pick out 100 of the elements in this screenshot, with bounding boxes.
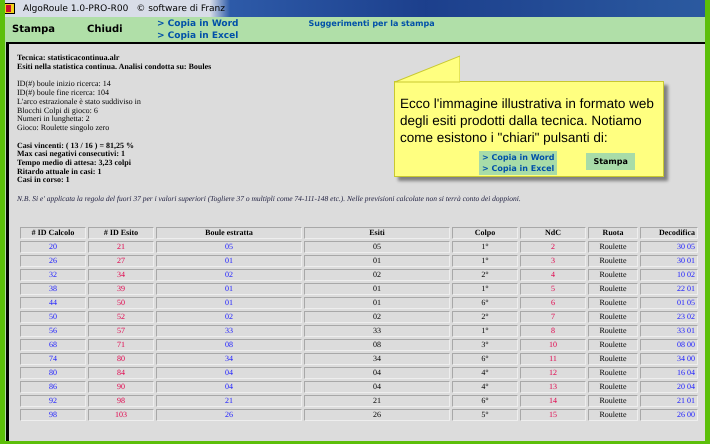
table-cell: 26 xyxy=(304,409,450,422)
column-header: Colpo xyxy=(452,227,518,240)
table-cell: 5° xyxy=(452,409,518,422)
table-cell: 26 xyxy=(20,255,86,268)
table-cell: 15 xyxy=(520,409,586,422)
column-header: # ID Esito xyxy=(88,227,154,240)
column-header: NdC xyxy=(520,227,586,240)
table-cell: Roulette xyxy=(588,381,638,394)
app-icon xyxy=(5,3,15,14)
table-cell: 6 xyxy=(520,297,586,310)
table-cell: 98 xyxy=(88,395,154,408)
table-cell: Roulette xyxy=(588,353,638,366)
table-cell: 1° xyxy=(452,241,518,254)
table-cell: 2° xyxy=(452,269,518,282)
heading-line: Tecnica: statisticacontinua.alr xyxy=(17,54,120,63)
table-cell: 16 04 xyxy=(640,367,698,380)
table-cell: 92 xyxy=(20,395,86,408)
table-cell: 04 xyxy=(304,367,450,380)
table-cell: 52 xyxy=(88,311,154,324)
table-cell: 01 xyxy=(156,255,302,268)
table-cell: 71 xyxy=(88,339,154,352)
table-cell: 26 xyxy=(156,409,302,422)
table-cell: 01 xyxy=(156,283,302,296)
column-header: Decodifica xyxy=(640,227,698,240)
table-cell: 30 01 xyxy=(640,255,698,268)
table-cell: Roulette xyxy=(588,339,638,352)
table-cell: 10 02 xyxy=(640,269,698,282)
table-cell: 38 xyxy=(20,283,86,296)
table-cell: 5 xyxy=(520,283,586,296)
table-cell: 7 xyxy=(520,311,586,324)
table-cell: 04 xyxy=(156,381,302,394)
column-header: Esiti xyxy=(304,227,450,240)
statistic-line: Ritardo attuale in casi: 1 xyxy=(17,168,102,176)
table-cell: 01 xyxy=(304,255,450,268)
table-cell: 02 xyxy=(156,269,302,282)
table-cell: 34 00 xyxy=(640,353,698,366)
parameter-line: Gioco: Roulette singolo zero xyxy=(17,124,110,133)
table-cell: 10 xyxy=(520,339,586,352)
table-cell: 8 xyxy=(520,325,586,338)
table-cell: 23 02 xyxy=(640,311,698,324)
table-cell: 05 xyxy=(156,241,302,254)
table-cell: 3 xyxy=(520,255,586,268)
table-cell: 86 xyxy=(20,381,86,394)
table-cell: 21 xyxy=(304,395,450,408)
copy-link[interactable]: > Copia in Word xyxy=(157,18,238,30)
table-cell: 34 xyxy=(88,269,154,282)
table-cell: 14 xyxy=(520,395,586,408)
table-cell: 04 xyxy=(156,367,302,380)
table-cell: 68 xyxy=(20,339,86,352)
table-cell: 26 00 xyxy=(640,409,698,422)
table-cell: 50 xyxy=(20,311,86,324)
column-header: Boule estratta xyxy=(156,227,302,240)
table-cell: 2 xyxy=(520,241,586,254)
statistic-line: Casi vincenti: ( 13 / 16 ) = 81,25 % xyxy=(17,142,134,150)
table-cell: 13 xyxy=(520,381,586,394)
table-cell: 21 xyxy=(156,395,302,408)
table-cell: 4 xyxy=(520,269,586,282)
table-cell: 01 xyxy=(304,283,450,296)
table-cell: 74 xyxy=(20,353,86,366)
table-cell: 80 xyxy=(88,353,154,366)
table-cell: 4° xyxy=(452,381,518,394)
table-cell: 44 xyxy=(20,297,86,310)
table-cell: 20 04 xyxy=(640,381,698,394)
table-cell: 57 xyxy=(88,325,154,338)
table-cell: 04 xyxy=(304,381,450,394)
table-cell: 1° xyxy=(452,325,518,338)
table-cell: Roulette xyxy=(588,311,638,324)
table-cell: 33 01 xyxy=(640,325,698,338)
table-cell: 32 xyxy=(20,269,86,282)
table-cell: 98 xyxy=(20,409,86,422)
table-cell: 34 xyxy=(156,353,302,366)
table-cell: 08 00 xyxy=(640,339,698,352)
table-cell: 01 xyxy=(156,297,302,310)
table-cell: 20 xyxy=(20,241,86,254)
table-cell: 50 xyxy=(88,297,154,310)
print-button-sample: Stampa xyxy=(586,153,635,170)
parameter-line: ID(#) boule fine ricerca: 104 xyxy=(17,89,109,98)
table-cell: 90 xyxy=(88,381,154,394)
statistic-line: Max casi negativi consecutivi: 1 xyxy=(17,150,125,160)
table-cell: 33 xyxy=(156,325,302,338)
toolbar-button[interactable]: Stampa xyxy=(12,24,87,35)
table-cell: 05 xyxy=(304,241,450,254)
table-cell: 34 xyxy=(304,353,450,366)
table-cell: Roulette xyxy=(588,367,638,380)
statistic-line: Tempo medio di attesa: 3,23 colpi xyxy=(17,159,131,168)
toolbar-button[interactable]: Chiudi xyxy=(87,24,157,35)
table-cell: 3° xyxy=(452,339,518,352)
copy-link[interactable]: > Copia in Excel xyxy=(157,30,238,42)
print-tips-link[interactable]: Suggerimenti per la stampa xyxy=(308,17,435,28)
copy-link-sample: > Copia in Word xyxy=(482,152,554,163)
table-cell: 11 xyxy=(520,353,586,366)
table-cell: 08 xyxy=(304,339,450,352)
table-cell: Roulette xyxy=(588,395,638,408)
table-cell: Roulette xyxy=(588,409,638,422)
column-header: Ruota xyxy=(588,227,638,240)
table-cell: 6° xyxy=(452,353,518,366)
window-credit: © software di Franz xyxy=(136,4,225,14)
table-cell: 27 xyxy=(88,255,154,268)
window-title: AlgoRoule 1.0-PRO-R00 xyxy=(23,4,128,14)
statistic-line: Casi in corso: 1 xyxy=(17,176,70,186)
